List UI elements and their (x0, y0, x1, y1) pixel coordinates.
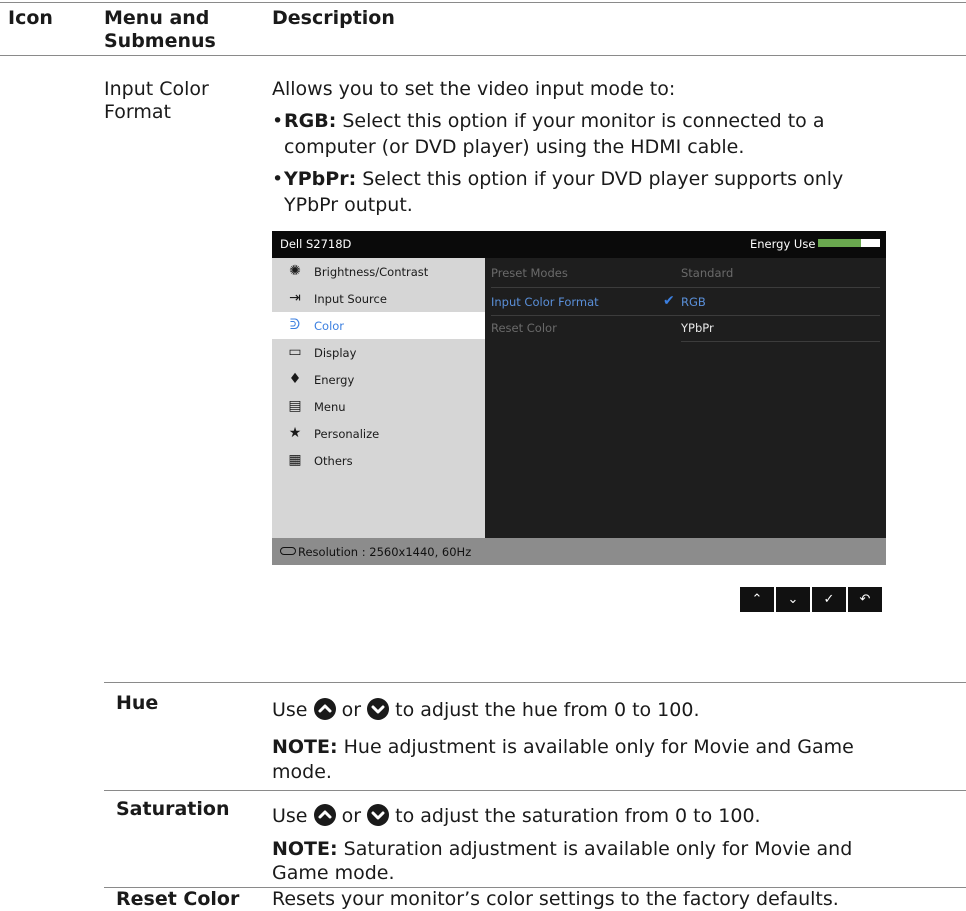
submenu-label: Preset Modes (491, 266, 568, 280)
saturation-use: Use (272, 805, 308, 827)
osd-submenu-panel: Preset Modes Standard Input Color Format… (485, 258, 886, 538)
energy-use-bar (818, 239, 880, 247)
osd-menu-item-label: Menu (314, 400, 346, 414)
chevron-down-icon: ⌄ (787, 592, 799, 607)
nav-ok-button[interactable]: ✓ (812, 587, 846, 612)
energy-use-fill (818, 239, 862, 247)
osd-energy-label: Energy Use (750, 237, 816, 251)
hdmi-connector-icon (280, 547, 296, 555)
bullet-dot: • (272, 110, 284, 132)
submenu-value: Standard (681, 266, 734, 280)
osd-menu-item-input-source[interactable]: ⇥ Input Source (272, 285, 485, 312)
submenu-divider (681, 341, 880, 342)
check-icon: ✓ (823, 592, 835, 607)
submenu-value-option[interactable]: YPbPr (681, 321, 714, 335)
hue-note-2: mode. (272, 761, 332, 783)
submenu-label: Input Color Format (491, 295, 599, 309)
hue-or: or (341, 699, 362, 721)
display-icon: ▭ (288, 344, 302, 360)
hue-label: Hue (116, 692, 159, 714)
hue-use: Use (272, 699, 308, 721)
reset-color-text: Resets your monitor’s color settings to … (272, 888, 839, 910)
rgb-text-2: computer (or DVD player) using the HDMI … (284, 136, 745, 158)
saturation-text: Use or to adjust the saturation from 0 t… (272, 804, 761, 828)
hue-note-term: NOTE: (272, 736, 338, 758)
back-icon: ↶ (859, 592, 871, 607)
ypbpr-text: Select this option if your DVD player su… (362, 168, 844, 190)
header-bottom-rule (0, 55, 966, 56)
submenu-label: Reset Color (491, 321, 557, 335)
osd-main-menu: ✺ Brightness/Contrast ⇥ Input Source ᕲ C… (272, 258, 485, 538)
menu-icon: ▤ (288, 398, 302, 414)
osd-menu-item-label: Display (314, 346, 357, 360)
osd-menu-item-color[interactable]: ᕲ Color (272, 312, 485, 339)
osd-menu-item-personalize[interactable]: ★ Personalize (272, 420, 485, 447)
hue-top-rule (104, 682, 966, 683)
osd-submenu-reset-color[interactable]: Reset Color YPbPr (491, 315, 880, 340)
ypbpr-bullet: •YPbPr: Select this option if your DVD p… (272, 168, 843, 191)
osd-menu-item-display[interactable]: ▭ Display (272, 339, 485, 366)
hue-desc: to adjust the hue from 0 to 100. (395, 699, 700, 721)
hue-note-text: Hue adjustment is available only for Mov… (343, 736, 854, 758)
saturation-top-rule (104, 790, 966, 791)
header-top-rule (0, 2, 966, 3)
saturation-or: or (341, 805, 362, 827)
hue-text: Use or to adjust the hue from 0 to 100. (272, 698, 700, 722)
down-arrow-icon (367, 698, 390, 720)
saturation-note-text: Saturation adjustment is available only … (343, 838, 853, 860)
osd-model-name: Dell S2718D (280, 237, 352, 251)
osd-submenu-input-color-format[interactable]: Input Color Format ✔ RGB (491, 289, 880, 314)
osd-menu-item-others[interactable]: ▦ Others (272, 447, 485, 474)
input-source-icon: ⇥ (289, 290, 301, 306)
check-icon: ✔ (663, 293, 675, 309)
osd-menu-screenshot: Dell S2718D Energy Use ✺ Brightness/Cont… (272, 231, 886, 565)
osd-submenu-preset-modes[interactable]: Preset Modes Standard (491, 260, 880, 285)
osd-resolution: Resolution : 2560x1440, 60Hz (298, 545, 472, 559)
submenu-value-selected[interactable]: RGB (681, 295, 706, 309)
osd-menu-item-label: Others (314, 454, 353, 468)
rgb-term: RGB: (284, 110, 337, 132)
header-icon: Icon (8, 7, 53, 29)
up-arrow-icon (313, 804, 336, 826)
osd-menu-item-label: Brightness/Contrast (314, 265, 429, 279)
submenu-divider (491, 287, 880, 288)
nav-up-button[interactable]: ⌃ (740, 587, 774, 612)
input-color-format-intro: Allows you to set the video input mode t… (272, 78, 676, 100)
saturation-note-term: NOTE: (272, 838, 338, 860)
saturation-desc: to adjust the saturation from 0 to 100. (395, 805, 761, 827)
saturation-label: Saturation (116, 798, 230, 820)
reset-color-label: Reset Color (116, 888, 240, 910)
osd-menu-item-menu[interactable]: ▤ Menu (272, 393, 485, 420)
bullet-dot: • (272, 168, 284, 190)
osd-menu-item-label: Personalize (314, 427, 380, 441)
header-menu: Menu and Submenus (104, 7, 216, 52)
osd-menu-item-label: Color (314, 319, 345, 333)
osd-menu-item-energy[interactable]: ♦ Energy (272, 366, 485, 393)
saturation-note-2: Game mode. (272, 862, 395, 884)
energy-icon: ♦ (288, 371, 302, 387)
up-arrow-icon (313, 698, 336, 720)
osd-title-bar: Dell S2718D Energy Use (272, 231, 886, 258)
saturation-note: NOTE: Saturation adjustment is available… (272, 838, 852, 861)
osd-footer: Resolution : 2560x1440, 60Hz (272, 538, 886, 565)
header-description: Description (272, 7, 395, 29)
osd-menu-item-brightness[interactable]: ✺ Brightness/Contrast (272, 258, 485, 285)
hue-note: NOTE: Hue adjustment is available only f… (272, 736, 854, 759)
down-arrow-icon (367, 804, 390, 826)
star-icon: ★ (288, 425, 302, 441)
ypbpr-term: YPbPr: (284, 168, 357, 190)
rgb-text: Select this option if your monitor is co… (342, 110, 825, 132)
others-icon: ▦ (288, 452, 302, 468)
osd-menu-item-label: Energy (314, 373, 355, 387)
osd-menu-item-label: Input Source (314, 292, 387, 306)
ypbpr-text-2: YPbPr output. (284, 194, 413, 216)
chevron-up-icon: ⌃ (751, 592, 763, 607)
brightness-icon: ✺ (289, 263, 301, 279)
input-color-format-label: Input Color Format (104, 78, 209, 123)
color-icon: ᕲ (289, 317, 301, 333)
nav-down-button[interactable]: ⌄ (776, 587, 810, 612)
rgb-bullet: •RGB: Select this option if your monitor… (272, 110, 825, 133)
nav-back-button[interactable]: ↶ (848, 587, 882, 612)
